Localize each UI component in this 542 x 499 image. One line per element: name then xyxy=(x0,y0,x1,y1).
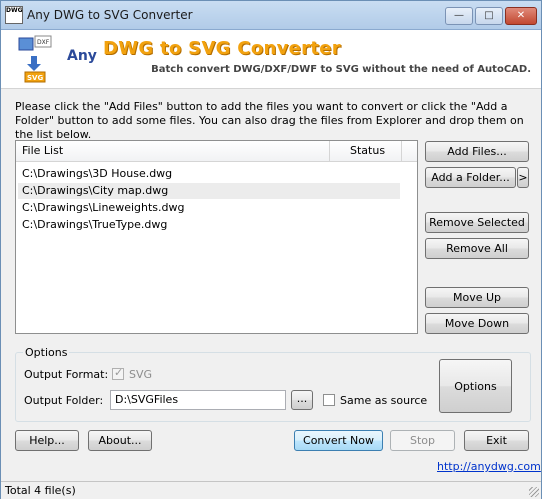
title-bar[interactable]: DWG Any DWG to SVG Converter — □ ✕ xyxy=(1,1,541,30)
header-banner: DXF SVG Any DWG to SVG Converter Batch c… xyxy=(1,30,541,89)
list-item[interactable]: C:\Drawings\TrueType.dwg xyxy=(18,217,400,233)
instructions-text: Please click the "Add Files" button to a… xyxy=(15,100,524,141)
svg-format-checkbox[interactable] xyxy=(112,366,124,380)
output-folder-input[interactable]: D:\SVGFiles xyxy=(110,390,286,410)
remove-selected-button[interactable]: Remove Selected xyxy=(425,212,529,233)
stop-button[interactable]: Stop xyxy=(390,430,455,451)
status-bar: Total 4 file(s) xyxy=(1,481,541,499)
options-button[interactable]: Options xyxy=(439,359,512,413)
website-link[interactable]: http://anydwg.com xyxy=(437,460,541,473)
convert-now-button[interactable]: Convert Now xyxy=(294,430,383,451)
move-down-button[interactable]: Move Down xyxy=(425,313,529,334)
svg-format-label: SVG xyxy=(129,368,153,381)
svg-text:SVG: SVG xyxy=(27,74,43,82)
file-list[interactable]: File List Status C:\Drawings\3D House.dw… xyxy=(15,140,418,334)
output-folder-label: Output Folder: xyxy=(24,394,104,407)
column-status[interactable]: Status xyxy=(330,141,402,161)
column-file-list[interactable]: File List xyxy=(16,141,330,161)
logo-subtitle: Batch convert DWG/DXF/DWF to SVG without… xyxy=(151,64,531,75)
resize-grip-icon[interactable] xyxy=(529,487,539,497)
output-format-label: Output Format: xyxy=(24,368,109,381)
list-item[interactable]: C:\Drawings\Lineweights.dwg xyxy=(18,200,400,216)
help-button[interactable]: Help... xyxy=(15,430,79,451)
app-logo-icon: DXF SVG xyxy=(15,34,57,84)
app-icon: DWG xyxy=(5,6,23,24)
move-up-button[interactable]: Move Up xyxy=(425,287,529,308)
logo-title: DWG to SVG Converter xyxy=(103,38,341,59)
logo-any-text: Any xyxy=(67,48,97,64)
window-title: Any DWG to SVG Converter xyxy=(27,8,193,22)
app-window: DWG Any DWG to SVG Converter — □ ✕ DXF S… xyxy=(0,0,542,499)
remove-all-button[interactable]: Remove All xyxy=(425,238,529,259)
same-as-source-label: Same as source xyxy=(340,394,428,407)
add-folder-button[interactable]: Add a Folder... xyxy=(425,167,516,188)
about-button[interactable]: About... xyxy=(88,430,152,451)
exit-button[interactable]: Exit xyxy=(464,430,529,451)
add-folder-more-button[interactable]: > xyxy=(517,167,529,188)
close-icon[interactable]: ✕ xyxy=(505,7,537,25)
list-item[interactable]: C:\Drawings\City map.dwg xyxy=(18,183,400,199)
add-files-button[interactable]: Add Files... xyxy=(425,141,529,162)
list-item[interactable]: C:\Drawings\3D House.dwg xyxy=(18,166,400,182)
file-list-header: File List Status xyxy=(16,141,417,162)
options-group-label: Options xyxy=(23,346,70,359)
browse-folder-button[interactable]: ... xyxy=(291,390,313,410)
minimize-icon[interactable]: — xyxy=(445,7,473,25)
maximize-icon[interactable]: □ xyxy=(475,7,503,25)
same-as-source-checkbox[interactable] xyxy=(323,394,335,406)
status-text: Total 4 file(s) xyxy=(5,484,76,497)
svg-text:DXF: DXF xyxy=(37,39,50,46)
